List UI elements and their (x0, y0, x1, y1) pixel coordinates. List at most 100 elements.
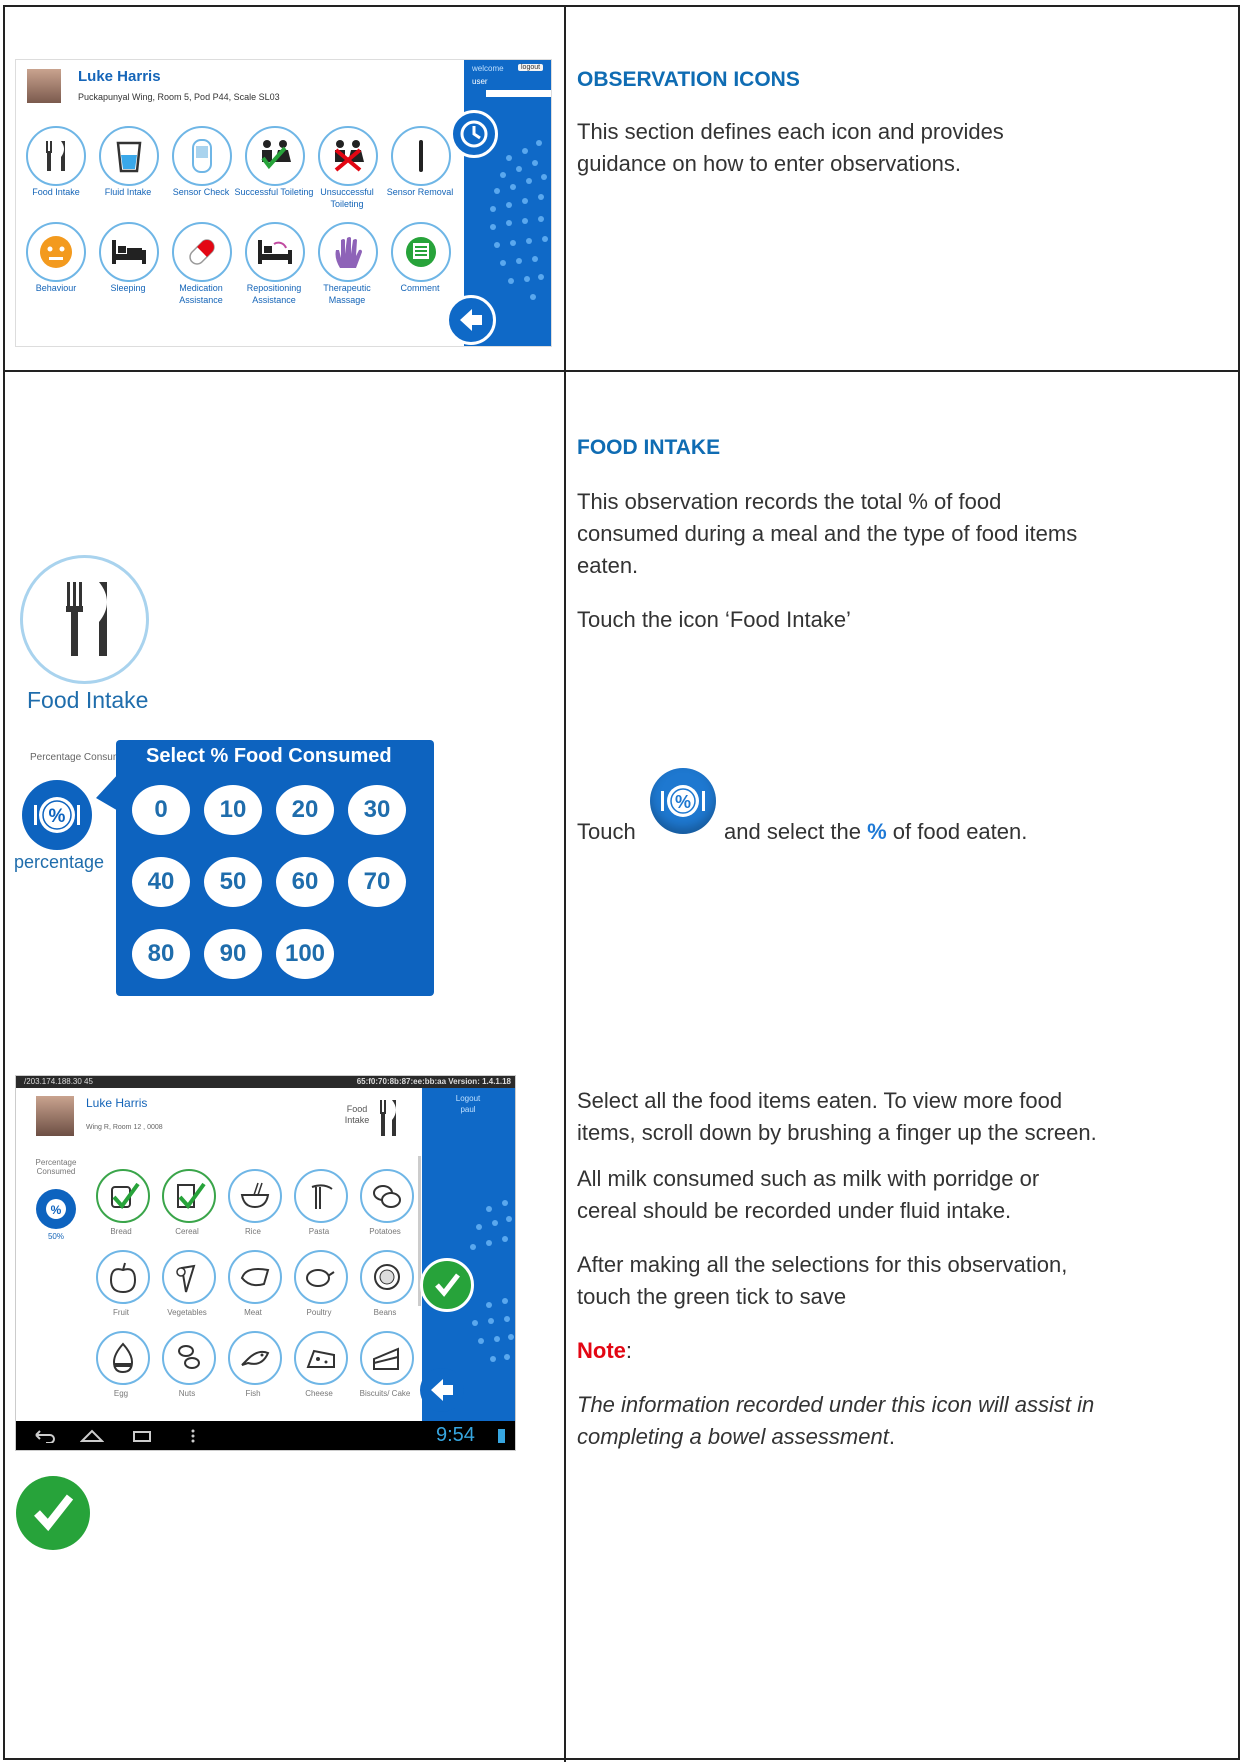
user-text: paul (460, 1105, 476, 1114)
user-text: user (472, 77, 488, 86)
svg-text:%: % (49, 806, 66, 827)
percent-option-20[interactable]: 20 (276, 785, 334, 835)
percent-option-10[interactable]: 10 (204, 785, 262, 835)
percentage-consumed-label: Percentage Consumed (35, 1158, 77, 1176)
percent-option-40[interactable]: 40 (132, 857, 190, 907)
patient-name: Luke Harris (86, 1096, 148, 1110)
bread-icon[interactable] (96, 1169, 150, 1223)
food-label: Poultry (306, 1308, 332, 1317)
nuts-icon[interactable] (162, 1331, 216, 1385)
svg-text:%: % (51, 1203, 62, 1217)
food-label: Meat (244, 1308, 262, 1317)
touch-post: of food eaten. (892, 819, 1028, 844)
percent-option-0[interactable]: 0 (132, 785, 190, 835)
meat-icon[interactable] (228, 1250, 282, 1304)
picker-title: Select % Food Consumed (146, 745, 392, 767)
after-text: After making all the selections for this… (577, 1252, 1068, 1309)
percent-option-70[interactable]: 70 (348, 857, 406, 907)
back-arrow-icon[interactable] (446, 295, 496, 345)
fruit-icon[interactable] (96, 1250, 150, 1304)
percentage-text: percentage (14, 852, 105, 872)
icon-label: Fluid Intake (104, 187, 152, 197)
food-intake-icon[interactable] (26, 126, 86, 186)
poultry-icon[interactable] (294, 1250, 348, 1304)
successful-toileting-icon[interactable] (245, 126, 305, 186)
sleeping-icon[interactable] (99, 222, 159, 282)
fish-icon[interactable] (228, 1331, 282, 1385)
behaviour-icon[interactable] (26, 222, 86, 282)
section-heading: FOOD INTAKE (577, 436, 721, 459)
milk-text: All milk consumed such as milk with porr… (577, 1166, 1040, 1223)
nav-home-icon[interactable] (80, 1429, 104, 1443)
logout-button[interactable]: logout (518, 64, 544, 71)
therapeutic-massage-icon[interactable] (318, 222, 378, 282)
row-divider (3, 370, 1240, 372)
status-right: 65:f0:70:8b:87:ee:bb:aa Version: 1.4.1.1… (356, 1077, 511, 1086)
avatar (36, 1096, 74, 1136)
food-label: Cheese (305, 1389, 333, 1398)
avatar (27, 69, 61, 103)
percent-plate-icon[interactable]: % (36, 1189, 76, 1229)
food-label: Pasta (308, 1227, 330, 1236)
note-line: Note: (577, 1335, 1097, 1367)
note-colon: : (625, 1338, 633, 1363)
fluid-intake-icon[interactable] (99, 126, 159, 186)
icon-label: Behaviour (35, 283, 77, 293)
vegetables-icon[interactable] (162, 1250, 216, 1304)
pasta-icon[interactable] (294, 1169, 348, 1223)
note-label: Note (577, 1338, 626, 1363)
icon-label: Sensor Check (172, 187, 230, 197)
food-label: Beans (373, 1308, 397, 1317)
patient-name: Luke Harris (78, 68, 161, 85)
cereal-icon[interactable] (162, 1169, 216, 1223)
back-arrow-icon[interactable] (420, 1368, 464, 1412)
header-label: Food Intake (344, 1104, 370, 1125)
touch-mid: and select the (724, 819, 861, 844)
comment-icon[interactable] (391, 222, 451, 282)
section-observation-icons: OBSERVATION ICONS This section defines e… (577, 64, 1097, 180)
icon-label: Unsuccessful Toileting (320, 187, 374, 209)
food-label: Cereal (175, 1227, 199, 1236)
rice-icon[interactable] (228, 1169, 282, 1223)
android-nav-bar: 9:54 (16, 1421, 515, 1450)
select-items-text: Select all the food items eaten. To view… (577, 1088, 1097, 1145)
icon-label: Medication Assistance (179, 283, 223, 305)
medication-assistance-icon[interactable] (172, 222, 232, 282)
nav-back-icon[interactable] (32, 1429, 56, 1443)
biscuits-cake-icon[interactable] (360, 1331, 414, 1385)
picker-pointer (96, 772, 120, 812)
icon-label: Sensor Removal (386, 187, 454, 197)
percent-symbol: % (867, 819, 887, 844)
percent-plate-icon[interactable]: % (22, 780, 92, 850)
percent-option-30[interactable]: 30 (348, 785, 406, 835)
history-icon[interactable] (450, 110, 498, 158)
sensor-removal-icon[interactable] (391, 126, 451, 186)
section-food-intake: FOOD INTAKE This observation records the… (577, 432, 1097, 636)
section-heading: OBSERVATION ICONS (577, 68, 800, 91)
repositioning-assistance-icon[interactable] (245, 222, 305, 282)
icon-label: Successful Toileting (234, 187, 314, 197)
unsuccessful-toileting-icon[interactable] (318, 126, 378, 186)
potatoes-icon[interactable] (360, 1169, 414, 1223)
percent-option-60[interactable]: 60 (276, 857, 334, 907)
percent-option-50[interactable]: 50 (204, 857, 262, 907)
food-label: Rice (244, 1227, 261, 1236)
panel-stripe (486, 90, 551, 97)
egg-icon[interactable] (96, 1331, 150, 1385)
percent-option-100[interactable]: 100 (276, 929, 334, 979)
beans-icon[interactable] (360, 1250, 414, 1304)
touch-pre: Touch (577, 819, 636, 844)
logout-link[interactable]: Logout (446, 1094, 490, 1104)
clock-time: 9:54 (436, 1424, 475, 1446)
save-tick-button[interactable] (420, 1258, 474, 1312)
food-label: Biscuits/ Cake (359, 1389, 411, 1398)
sensor-check-icon[interactable] (172, 126, 232, 186)
percent-option-80[interactable]: 80 (132, 929, 190, 979)
nav-recent-icon[interactable] (130, 1429, 154, 1443)
percent-option-90[interactable]: 90 (204, 929, 262, 979)
cheese-icon[interactable] (294, 1331, 348, 1385)
patient-location: Puckapunyal Wing, Room 5, Pod P44, Scale… (78, 92, 280, 102)
food-label: Potatoes (369, 1227, 401, 1236)
nav-menu-icon[interactable] (190, 1429, 196, 1443)
battery-icon (498, 1429, 505, 1443)
